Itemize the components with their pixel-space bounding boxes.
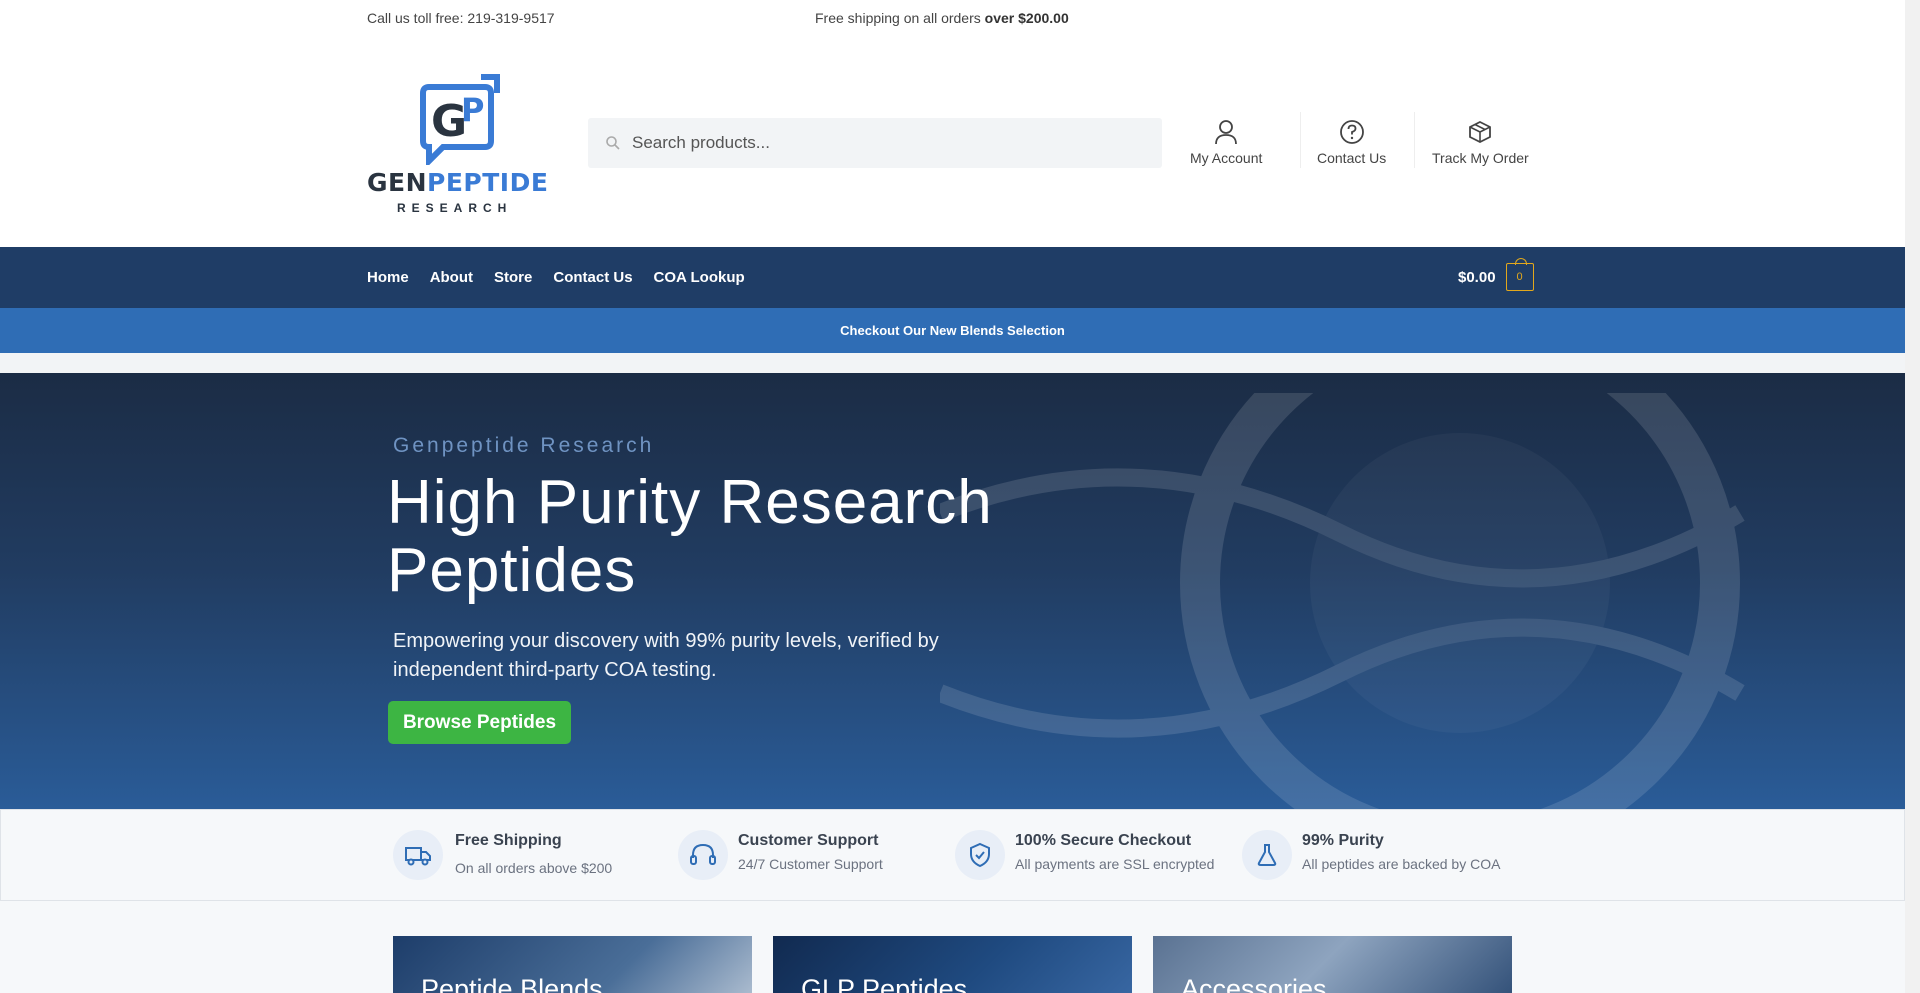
nav-home[interactable]: Home [367, 269, 409, 286]
flask-icon [1257, 844, 1277, 866]
contact-us-header-link[interactable]: Contact Us [1317, 118, 1386, 166]
site-logo[interactable]: G P GENPEPTIDE RESEARCH [367, 73, 548, 215]
product-search [588, 118, 1162, 168]
category-card-accessories[interactable]: Accessories [1153, 936, 1512, 993]
category-title: GLP Peptides [801, 974, 968, 993]
page-scrollbar[interactable] [1905, 0, 1920, 993]
shipping-promo: Free shipping on all orders over $200.00 [815, 10, 1069, 26]
truck-icon [405, 847, 431, 866]
feature-subtitle: All peptides are backed by COA [1302, 856, 1501, 872]
nav-store[interactable]: Store [494, 269, 532, 286]
feature-title: Free Shipping [455, 832, 562, 849]
main-navigation: Home About Store Contact Us COA Lookup $… [0, 247, 1905, 308]
headset-icon [690, 843, 716, 865]
announcement-bar: Checkout Our New Blends Selection [0, 308, 1905, 353]
nav-links: Home About Store Contact Us COA Lookup [367, 269, 766, 286]
feature-title: 99% Purity [1302, 832, 1384, 849]
feature-icon-wrap [393, 830, 443, 880]
top-bar: Call us toll free: 219-319-9517 Free shi… [0, 0, 1905, 38]
nav-coa-lookup[interactable]: COA Lookup [654, 269, 745, 286]
my-account-label: My Account [1190, 150, 1263, 166]
header-divider [1300, 112, 1301, 168]
logo-wordmark: GENPEPTIDE [367, 168, 548, 197]
feature-icon-wrap [955, 830, 1005, 880]
logo-subtitle: RESEARCH [397, 201, 513, 215]
browse-peptides-button[interactable]: Browse Peptides [388, 701, 571, 744]
search-input[interactable] [632, 118, 1152, 168]
contact-us-header-label: Contact Us [1317, 150, 1387, 166]
toll-free-phone: Call us toll free: 219-319-9517 [367, 10, 555, 26]
nav-contact-us[interactable]: Contact Us [553, 269, 632, 286]
category-title: Peptide Blends [421, 974, 603, 993]
cart-amount: $0.00 [1458, 268, 1496, 286]
category-card-glp-peptides[interactable]: GLP Peptides [773, 936, 1132, 993]
feature-title: Customer Support [738, 832, 879, 849]
track-order-link[interactable]: Track My Order [1432, 118, 1529, 166]
package-icon [1469, 120, 1492, 144]
user-icon [1215, 120, 1238, 145]
category-card-peptide-blends[interactable]: Peptide Blends [393, 936, 752, 993]
nav-about[interactable]: About [430, 269, 473, 286]
svg-text:P: P [461, 91, 484, 129]
shield-check-icon [970, 842, 990, 868]
hero-title: High Purity Research Peptides [387, 468, 993, 605]
feature-subtitle: On all orders above $200 [455, 860, 613, 876]
announcement-link[interactable]: Checkout Our New Blends Selection [840, 323, 1065, 338]
feature-icon-wrap [1242, 830, 1292, 880]
hero-banner: Genpeptide Research High Purity Research… [0, 373, 1905, 809]
my-account-link[interactable]: My Account [1190, 118, 1262, 166]
hero-lead: Empowering your discovery with 99% purit… [393, 630, 939, 681]
spacer-strip [0, 353, 1905, 373]
logo-word-blue: PEPTIDE [427, 168, 549, 197]
feature-subtitle: All payments are SSL encrypted [1015, 856, 1215, 872]
site-header: G P GENPEPTIDE RESEARCH My Account [0, 38, 1905, 247]
feature-subtitle: 24/7 Customer Support [738, 856, 883, 872]
shipping-promo-threshold: over $200.00 [984, 10, 1069, 26]
header-divider [1414, 112, 1415, 168]
cart-count-badge: 0 [1505, 258, 1534, 291]
hero-eyebrow: Genpeptide Research [393, 434, 655, 457]
gp-monogram-icon: G P [420, 74, 500, 165]
logo-word-dark: GEN [367, 168, 428, 197]
mini-cart[interactable]: $0.00 0 [1458, 258, 1534, 291]
feature-title: 100% Secure Checkout [1015, 832, 1192, 849]
feature-icon-wrap [678, 830, 728, 880]
category-title: Accessories [1181, 974, 1327, 993]
page: Call us toll free: 219-319-9517 Free shi… [0, 0, 1905, 993]
features-bar: Free Shipping On all orders above $200 C… [0, 809, 1905, 901]
help-circle-icon [1339, 120, 1364, 144]
shipping-promo-text: Free shipping on all orders [815, 10, 985, 26]
track-order-label: Track My Order [1432, 150, 1529, 166]
search-icon [606, 136, 620, 150]
